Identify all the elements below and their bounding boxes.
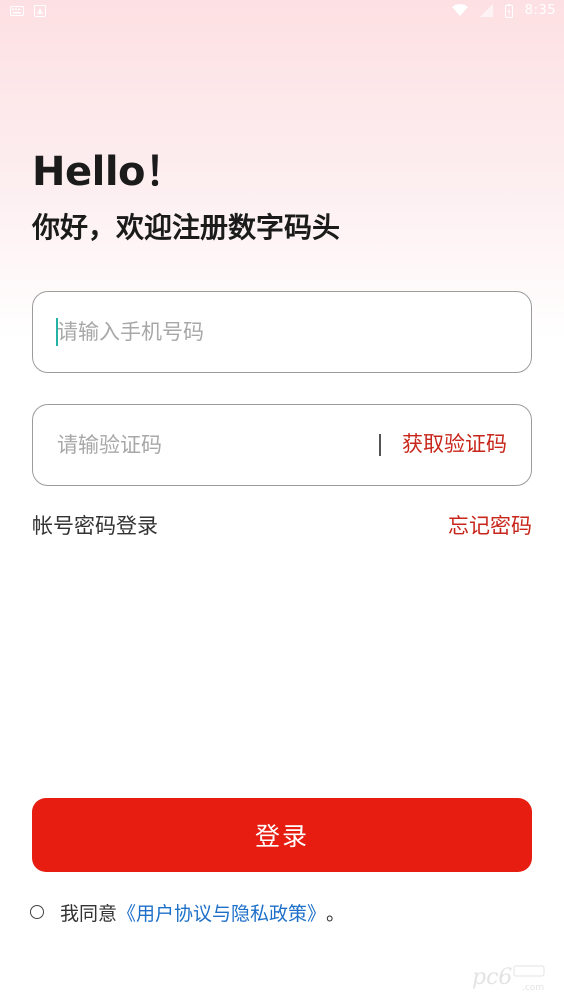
status-time: 8:35 xyxy=(524,3,556,18)
field-divider xyxy=(379,434,381,456)
password-login-link[interactable]: 帐号密码登录 xyxy=(32,508,158,544)
policy-link[interactable]: 《用户协议与隐私政策》 xyxy=(117,899,326,926)
signal-icon xyxy=(479,4,493,17)
agreement-radio[interactable] xyxy=(30,905,44,919)
status-right-icons: 8:35 xyxy=(451,3,556,18)
phone-input[interactable] xyxy=(57,292,497,371)
wifi-icon xyxy=(451,4,468,16)
watermark-logo: pc6 .com xyxy=(472,965,545,993)
battery-icon xyxy=(504,3,513,18)
agreement-prefix: 我同意 xyxy=(60,902,118,925)
login-options-row: 帐号密码登录 忘记密码 xyxy=(32,508,532,544)
get-code-button[interactable]: 获取验证码 xyxy=(402,405,507,484)
verification-code-field[interactable]: 获取验证码 xyxy=(32,404,532,486)
agreement-row: 我同意 《用户协议与隐私政策》 。 xyxy=(30,896,345,928)
svg-text:.com: .com xyxy=(522,983,544,993)
keyboard-icon xyxy=(10,6,24,16)
app-notification-icon xyxy=(34,5,46,17)
welcome-subtitle: 你好，欢迎注册数字码头 xyxy=(32,211,341,244)
forgot-password-link[interactable]: 忘记密码 xyxy=(448,508,532,544)
verification-code-input[interactable] xyxy=(57,405,357,484)
phone-field[interactable] xyxy=(32,291,532,373)
login-button[interactable]: 登录 xyxy=(32,798,532,872)
status-bar: 8:35 xyxy=(0,0,564,24)
status-left-icons xyxy=(10,5,46,17)
svg-text:pc6: pc6 xyxy=(472,965,512,990)
greeting-title: Hello！ xyxy=(32,149,185,195)
agreement-suffix: 。 xyxy=(326,902,346,925)
